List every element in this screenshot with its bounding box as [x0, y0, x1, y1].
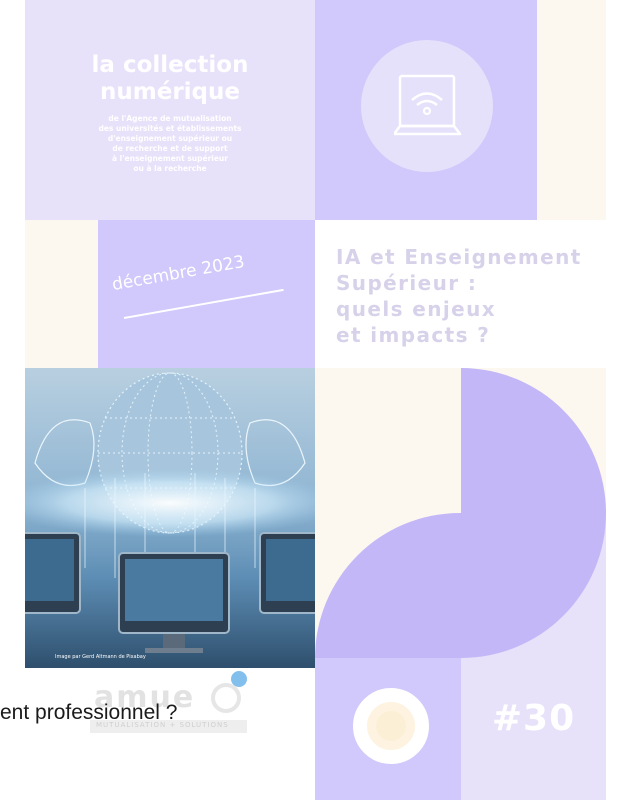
collection-tile: la collection numérique de l'Agence de m…: [25, 0, 315, 220]
ai-brain-image: Image par Gerd Altmann de Pixabay: [25, 368, 315, 668]
collection-subtitle-line: d'enseignement supérieur ou: [107, 134, 233, 143]
collection-title-line1: la collection: [91, 52, 249, 78]
collection-title: la collection numérique: [25, 52, 315, 106]
issue-title-line: IA et Enseignement: [336, 245, 582, 269]
cream-tile: [25, 220, 98, 368]
cream-tile: [537, 0, 606, 220]
issue-title-line: et impacts ?: [336, 323, 491, 347]
collection-title-line2: numérique: [100, 79, 240, 105]
issue-number: #30: [491, 698, 576, 739]
overlay-caption: ent professionnel ?: [0, 701, 178, 724]
laptop-tile: [315, 0, 537, 220]
collection-subtitle: de l'Agence de mutualisation des univers…: [25, 114, 315, 174]
cream-tile: [315, 368, 461, 513]
issue-number-tile: #30: [461, 658, 606, 800]
date-tile: décembre 2023: [98, 220, 315, 368]
ai-brain-illustration: [25, 368, 315, 668]
collection-subtitle-line: des universités et établissements: [98, 124, 242, 133]
collection-subtitle-line: ou à la recherche: [133, 164, 207, 173]
date-underline: [123, 288, 284, 319]
collection-subtitle-line: de recherche et de support: [112, 144, 228, 153]
ring-tile: [315, 658, 461, 800]
issue-title: IA et Enseignement Supérieur : quels enj…: [336, 244, 606, 348]
laptop-wifi-icon: [394, 74, 462, 136]
photo-credit: Image par Gerd Altmann de Pixabay: [55, 654, 146, 660]
collection-subtitle-line: de l'Agence de mutualisation: [108, 114, 232, 123]
issue-date: décembre 2023: [110, 252, 247, 295]
issue-title-line: quels enjeux: [336, 297, 497, 321]
ring-shape: [353, 688, 429, 764]
issue-title-line: Supérieur :: [336, 271, 478, 295]
collection-subtitle-line: à l'enseignement supérieur: [112, 154, 228, 163]
logo-drops-icon: [211, 671, 247, 713]
ring-center: [376, 711, 406, 741]
